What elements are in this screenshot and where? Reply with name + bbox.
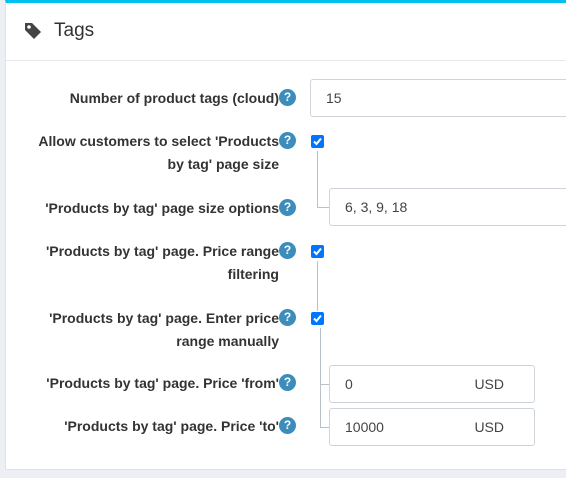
- page-size-options-label: 'Products by tag' page size options: [45, 200, 279, 216]
- price-range-filtering-label-line2: filtering: [227, 266, 279, 282]
- help-icon[interactable]: ?: [279, 242, 296, 259]
- help-icon[interactable]: ?: [279, 199, 296, 216]
- page-size-options-input[interactable]: 6, 3, 9, 18: [329, 188, 566, 226]
- price-range-filtering-label: 'Products by tag' page. Price range filt…: [0, 240, 279, 286]
- number-of-tags-value: 15: [326, 90, 342, 106]
- dependency-connector: [317, 261, 318, 311]
- help-icon[interactable]: ?: [279, 417, 296, 434]
- price-from-value: 0: [345, 376, 353, 392]
- number-of-tags-label: Number of product tags (cloud): [69, 90, 279, 106]
- price-from-label: 'Products by tag' page. Price 'from': [46, 375, 279, 391]
- card-header[interactable]: Tags: [6, 3, 566, 61]
- price-to-input[interactable]: 10000 USD: [329, 408, 535, 446]
- page-size-options-value: 6, 3, 9, 18: [345, 199, 408, 215]
- enter-price-manually-checkbox[interactable]: [311, 312, 324, 325]
- price-to-value: 10000: [345, 419, 384, 435]
- allow-page-size-label-line2: by tag' page size: [167, 156, 279, 172]
- help-icon[interactable]: ?: [279, 89, 296, 106]
- price-to-unit: USD: [474, 419, 504, 435]
- allow-page-size-checkbox[interactable]: [311, 135, 324, 148]
- allow-page-size-label: Allow customers to select 'Products by t…: [0, 130, 279, 176]
- enter-price-manually-label: 'Products by tag' page. Enter price rang…: [0, 307, 279, 353]
- tag-icon: [25, 23, 41, 39]
- allow-page-size-label-line1: Allow customers to select 'Products: [38, 133, 279, 149]
- price-from-unit: USD: [474, 376, 504, 392]
- enter-price-manually-label-line1: 'Products by tag' page. Enter price: [49, 310, 279, 326]
- help-icon[interactable]: ?: [279, 374, 296, 391]
- enter-price-manually-label-line2: range manually: [176, 333, 279, 349]
- price-from-input[interactable]: 0 USD: [329, 365, 535, 403]
- price-range-filtering-checkbox[interactable]: [311, 245, 324, 258]
- help-icon[interactable]: ?: [279, 309, 296, 326]
- help-icon[interactable]: ?: [279, 132, 296, 149]
- price-to-label: 'Products by tag' page. Price 'to': [64, 418, 279, 434]
- number-of-tags-input[interactable]: 15: [310, 79, 566, 117]
- card-title: Tags: [54, 20, 95, 41]
- price-range-filtering-label-line1: 'Products by tag' page. Price range: [45, 243, 279, 259]
